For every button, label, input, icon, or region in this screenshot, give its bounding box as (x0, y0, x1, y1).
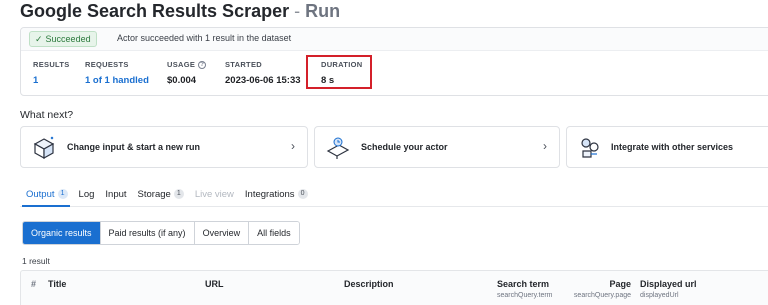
stat-started-label: STARTED (225, 60, 262, 69)
view-paid-results[interactable]: Paid results (if any) (99, 222, 194, 244)
change-input-label: Change input & start a new run (67, 142, 201, 152)
tab-storage-count: 1 (173, 189, 184, 199)
view-overview[interactable]: Overview (193, 222, 249, 244)
stat-usage-label: USAGE (167, 60, 196, 69)
view-switcher: Organic results Paid results (if any) Ov… (22, 221, 300, 245)
stat-results-label: RESULTS (33, 60, 70, 69)
tab-integrations[interactable]: Integrations 0 (245, 186, 308, 202)
view-all-fields[interactable]: All fields (248, 222, 299, 244)
tab-log[interactable]: Log (79, 186, 95, 202)
column-description-title: Description (344, 279, 394, 289)
tab-output-label: Output (26, 188, 55, 200)
column-title[interactable]: Title (48, 279, 66, 289)
column-url-title: URL (205, 279, 224, 289)
duration-highlight-box (306, 55, 372, 89)
column-index: # (31, 279, 36, 289)
tab-input-label: Input (105, 188, 127, 200)
status-bar: ✓ Succeeded Actor succeeded with 1 resul… (21, 28, 768, 51)
stat-usage-label-row: USAGE ? (167, 60, 207, 69)
tab-output[interactable]: Output 1 (26, 186, 68, 202)
status-badge: ✓ Succeeded (29, 31, 97, 47)
integrate-label: Integrate with other services (611, 142, 734, 152)
results-table-header: # Title URL Description Search term sear… (20, 270, 768, 305)
stat-results: RESULTS 1 (33, 60, 70, 86)
run-label: Run (305, 1, 341, 21)
stat-started-value: 2023-06-06 15:33 (225, 75, 301, 86)
column-displayed-url-title: Displayed url (640, 279, 697, 289)
column-page-key: searchQuery.page (573, 292, 631, 299)
run-tabs: Output 1 Log Input Storage 1 Live view I… (26, 186, 319, 202)
stat-requests: REQUESTS 1 of 1 handled (85, 60, 149, 86)
integrate-card[interactable]: Integrate with other services (566, 126, 768, 168)
help-icon[interactable]: ? (198, 60, 207, 69)
column-search-term-title: Search term (497, 279, 550, 289)
change-input-card[interactable]: Change input & start a new run › (20, 126, 308, 168)
tab-live-view-label: Live view (194, 188, 234, 200)
status-message: Actor succeeded with 1 result in the dat… (117, 33, 292, 43)
view-organic-results[interactable]: Organic results (23, 222, 100, 244)
title-separator: - (294, 1, 301, 21)
tab-integrations-label: Integrations (244, 188, 295, 200)
stat-requests-label: REQUESTS (85, 60, 129, 69)
stat-results-value[interactable]: 1 (33, 75, 70, 86)
integrate-icon (581, 138, 599, 158)
column-url[interactable]: URL (205, 279, 224, 289)
column-description[interactable]: Description (344, 279, 394, 289)
column-page-title: Page (609, 279, 631, 289)
page-title: Google Search Results Scraper - Run (20, 1, 340, 22)
schedule-label: Schedule your actor (361, 142, 448, 152)
what-next-heading: What next? (20, 109, 74, 121)
column-index-title: # (31, 279, 37, 289)
run-status-card: ✓ Succeeded Actor succeeded with 1 resul… (20, 27, 768, 96)
check-icon: ✓ (35, 34, 43, 44)
tab-input[interactable]: Input (105, 186, 126, 202)
chevron-right-icon: › (291, 139, 295, 153)
column-search-term-key: searchQuery.term (497, 292, 553, 299)
tab-storage[interactable]: Storage 1 (138, 186, 184, 202)
stat-usage-value: $0.004 (167, 75, 197, 86)
tabs-divider (20, 206, 768, 207)
tab-integrations-count: 0 (297, 189, 308, 199)
column-search-term[interactable]: Search term searchQuery.term (497, 279, 553, 299)
status-badge-label: Succeeded (45, 34, 91, 44)
column-displayed-url-key: displayedUrl (640, 292, 679, 299)
tab-output-count: 1 (57, 189, 68, 199)
actor-name: Google Search Results Scraper (20, 1, 290, 21)
cube-icon (33, 136, 55, 160)
stat-requests-value[interactable]: 1 of 1 handled (85, 75, 149, 86)
tab-log-label: Log (78, 188, 95, 200)
stat-started: STARTED 2023-06-06 15:33 (225, 60, 301, 86)
tab-storage-label: Storage (137, 188, 171, 200)
column-title-title: Title (48, 279, 67, 289)
active-tab-indicator (22, 205, 70, 207)
stat-usage: USAGE ? $0.004 (167, 60, 207, 86)
column-displayed-url[interactable]: Displayed url displayedUrl (640, 279, 697, 299)
chevron-right-icon: › (543, 139, 547, 153)
column-page[interactable]: Page searchQuery.page (567, 279, 631, 299)
result-count: 1 result (22, 256, 50, 266)
schedule-card[interactable]: Schedule your actor › (314, 126, 560, 168)
tab-live-view[interactable]: Live view (195, 186, 234, 202)
schedule-icon (326, 137, 350, 159)
